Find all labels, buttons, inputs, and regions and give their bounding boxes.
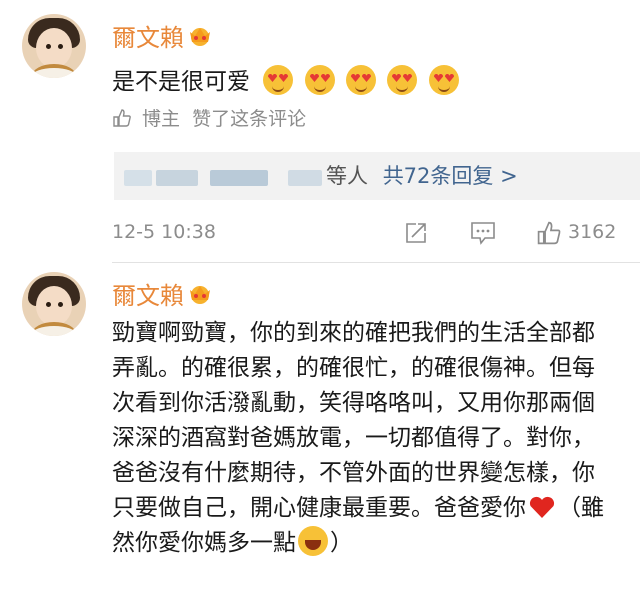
blurred-username [156,170,198,186]
blurred-username [124,170,152,186]
blurred-username [210,170,268,186]
blurred-username [288,170,322,186]
comment-text: 勁寶啊勁寶，你的到來的確把我們的生活全部都弄亂。的確很累，的確很忙，的確很傷神。… [112,316,612,561]
comment-body: 勁寶啊勁寶，你的到來的確把我們的生活全部都弄亂。的確很累，的確很忙，的確很傷神。… [112,320,595,521]
heart-eyes-emoji-icon [263,65,462,95]
comment-divider [112,262,640,263]
avatar[interactable] [22,272,86,336]
reply-others-label: 等人 [326,164,368,188]
comment-body-end: ） [330,530,353,556]
avatar[interactable] [22,14,86,78]
comment-text: 是不是很可爱 [112,62,463,96]
laughing-emoji-icon [298,526,328,556]
author-liked-line: 博主 赞了这条评论 [112,104,306,131]
author-label[interactable]: 博主 [142,108,180,130]
vip-crown-icon [190,286,210,304]
username[interactable]: 爾文賴 [112,276,184,311]
like-count[interactable]: 3162 [568,221,616,243]
reply-count-link[interactable]: 共72条回复 > [383,164,518,188]
comment-icon[interactable] [470,221,496,245]
timestamp: 12-5 10:38 [112,221,216,243]
comment-body: 是不是很可爱 [112,69,250,95]
thumb-up-icon[interactable] [536,220,562,246]
vip-crown-icon [190,28,210,46]
heart-icon [529,496,555,518]
username[interactable]: 爾文賴 [112,18,184,53]
reply-summary[interactable]: 等人 共72条回复 > [326,160,518,190]
author-like-text: 赞了这条评论 [192,108,307,130]
thumb-up-icon [113,109,131,127]
share-icon[interactable] [404,222,428,244]
